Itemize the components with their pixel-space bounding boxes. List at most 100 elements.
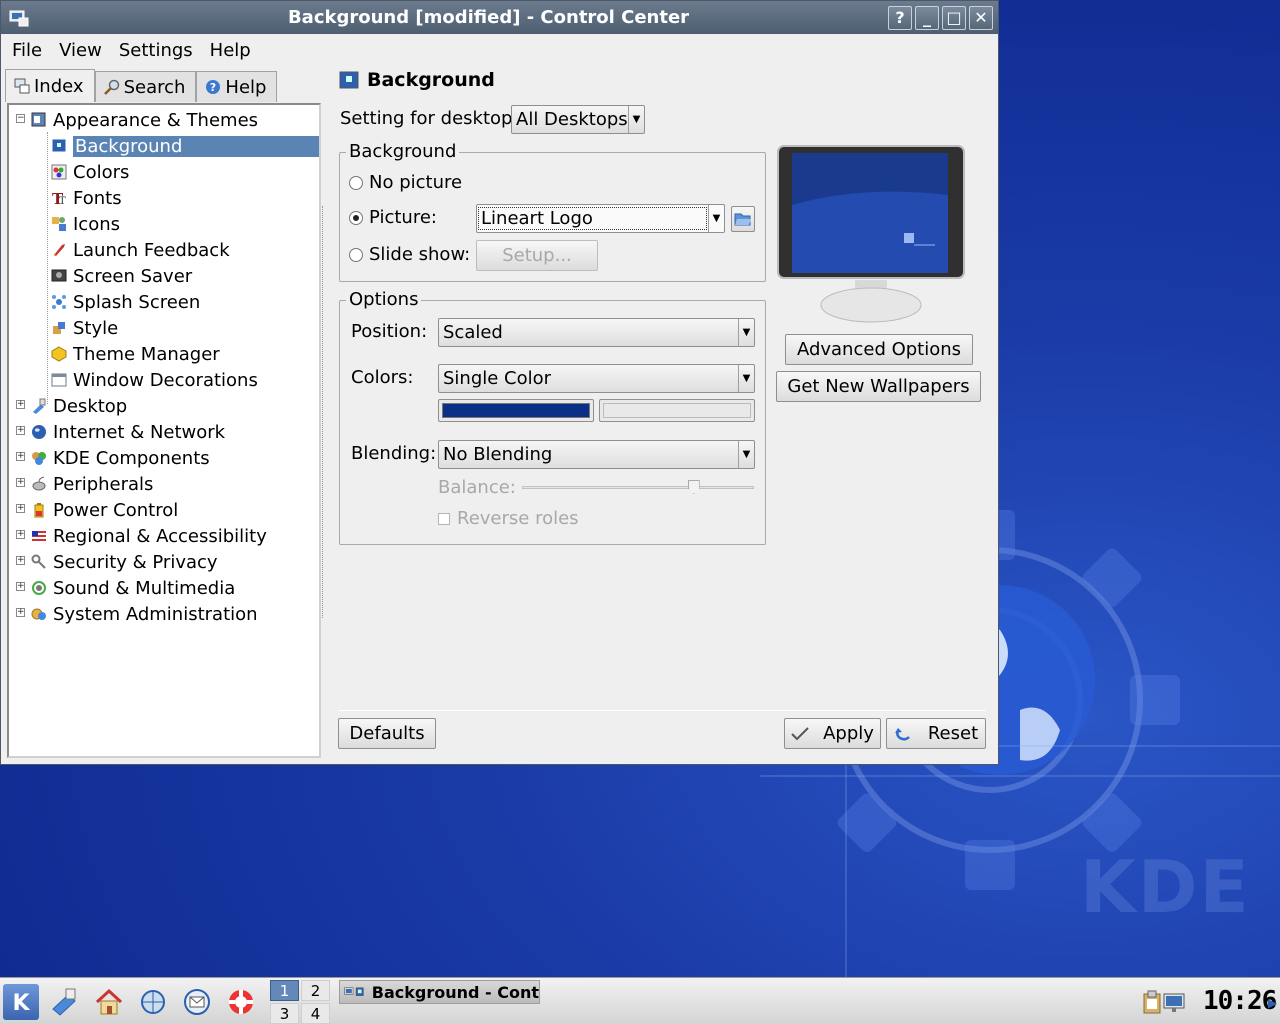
tree-item-power-control[interactable]: Power Control: [31, 497, 178, 523]
tree-item-window-decorations[interactable]: Window Decorations: [51, 367, 258, 393]
picture-label[interactable]: Picture:: [369, 207, 437, 228]
picture-select[interactable]: Lineart Logo ▼: [476, 204, 725, 233]
setup-button[interactable]: Setup...: [476, 240, 598, 271]
theme-manager-icon: [51, 346, 67, 362]
expand-toggle[interactable]: +: [16, 400, 25, 409]
tree-item-regional-accessibility[interactable]: Regional & Accessibility: [31, 523, 267, 549]
menu-view[interactable]: View: [48, 40, 108, 61]
advanced-options-button[interactable]: Advanced Options: [785, 334, 973, 365]
reverse-roles-checkbox[interactable]: [438, 513, 450, 525]
expand-toggle[interactable]: +: [16, 530, 25, 539]
no-picture-radio[interactable]: [349, 176, 363, 190]
chevron-down-icon: ▼: [708, 205, 724, 232]
window-titlebar[interactable]: Background [modified] - Control Center ?…: [1, 1, 998, 34]
tree-item-security-privacy[interactable]: Security & Privacy: [31, 549, 218, 575]
reset-button[interactable]: Reset: [886, 718, 986, 749]
no-picture-label[interactable]: No picture: [369, 172, 462, 193]
tab-help[interactable]: ? Help: [196, 71, 278, 102]
balance-slider[interactable]: [522, 486, 754, 489]
tree-item-label: Appearance & Themes: [53, 109, 259, 131]
menu-file[interactable]: File: [1, 40, 48, 61]
panel-splitter[interactable]: [322, 206, 324, 618]
position-select[interactable]: Scaled ▼: [438, 318, 755, 347]
tree-item-screen-saver[interactable]: Screen Saver: [51, 263, 192, 289]
module-tree[interactable]: − Appearance & Themes Background Colors …: [7, 103, 321, 758]
tree-item-system-administration[interactable]: System Administration: [31, 601, 258, 627]
control-center-app-icon[interactable]: [9, 9, 29, 27]
search-icon: [103, 79, 119, 95]
expand-toggle[interactable]: +: [16, 556, 25, 565]
klipper-icon[interactable]: [1142, 990, 1162, 1014]
secondary-color-button[interactable]: [599, 399, 755, 422]
screen-saver-icon: [51, 269, 67, 282]
clock[interactable]: 10:26: [1203, 986, 1277, 1016]
colors-select[interactable]: Single Color ▼: [438, 364, 755, 393]
menu-settings[interactable]: Settings: [108, 40, 199, 61]
tab-index-label: Index: [34, 75, 84, 97]
tree-item-label: Internet & Network: [53, 421, 226, 443]
tree-item-label: Splash Screen: [73, 291, 201, 313]
pager-desktop-1[interactable]: 1: [270, 980, 299, 1001]
tree-item-icons[interactable]: Icons: [51, 211, 120, 237]
mail-launcher[interactable]: [179, 984, 215, 1020]
close-button[interactable]: ✕: [969, 5, 993, 30]
browser-launcher[interactable]: [135, 984, 171, 1020]
tree-item-splash-screen[interactable]: Splash Screen: [51, 289, 200, 315]
tree-item-label: Colors: [73, 161, 130, 183]
background-module-icon: [339, 71, 359, 89]
tree-item-launch-feedback[interactable]: Launch Feedback: [51, 237, 230, 263]
desktop-select[interactable]: All Desktops ▼: [511, 105, 645, 134]
display-settings-icon[interactable]: [1162, 990, 1186, 1014]
reset-button-label: Reset: [927, 723, 979, 744]
tree-item-internet-network[interactable]: Internet & Network: [31, 419, 225, 445]
module-header: Background: [339, 69, 495, 91]
get-new-wallpapers-button[interactable]: Get New Wallpapers: [776, 371, 981, 402]
control-center-window: Background [modified] - Control Center ?…: [0, 0, 999, 765]
expand-toggle[interactable]: +: [16, 478, 25, 487]
help-window-button[interactable]: ?: [888, 5, 912, 30]
pager-desktop-4[interactable]: 4: [301, 1003, 330, 1024]
svg-text:K: K: [12, 991, 30, 1016]
tree-item-kde-components[interactable]: KDE Components: [31, 445, 210, 471]
tree-item-theme-manager[interactable]: Theme Manager: [51, 341, 220, 367]
tree-item-label: Theme Manager: [73, 343, 220, 365]
pager-desktop-3[interactable]: 3: [270, 1003, 299, 1024]
fonts-icon: TT: [52, 190, 66, 206]
blending-select[interactable]: No Blending ▼: [438, 440, 755, 469]
tree-item-desktop[interactable]: Desktop: [31, 393, 127, 419]
tree-item-peripherals[interactable]: Peripherals: [31, 471, 153, 497]
slide-show-radio[interactable]: [349, 248, 363, 262]
defaults-button[interactable]: Defaults: [338, 718, 436, 749]
panel-arrow-icon[interactable]: ▶: [1268, 996, 1277, 1010]
menu-help[interactable]: Help: [199, 40, 257, 61]
primary-color-button[interactable]: [438, 399, 594, 422]
expand-toggle[interactable]: +: [16, 426, 25, 435]
slide-show-label[interactable]: Slide show:: [369, 244, 470, 265]
tree-item-style[interactable]: Style: [51, 315, 118, 341]
expand-toggle[interactable]: +: [16, 452, 25, 461]
tab-index[interactable]: Index: [5, 69, 95, 102]
expand-toggle[interactable]: +: [16, 608, 25, 617]
apply-button[interactable]: Apply: [784, 718, 881, 749]
tab-search[interactable]: Search: [94, 71, 197, 102]
pager-desktop-2[interactable]: 2: [301, 980, 330, 1001]
apply-button-label: Apply: [823, 723, 874, 744]
browse-picture-button[interactable]: [731, 206, 755, 232]
tree-item-appearance-themes[interactable]: Appearance & Themes: [31, 107, 258, 133]
home-folder-launcher[interactable]: [91, 984, 127, 1020]
minimize-button[interactable]: _: [915, 5, 939, 30]
collapse-toggle-appearance[interactable]: −: [16, 114, 25, 123]
tree-item-fonts[interactable]: TT Fonts: [51, 185, 122, 211]
help-launcher[interactable]: [223, 984, 259, 1020]
expand-toggle[interactable]: +: [16, 582, 25, 591]
expand-toggle[interactable]: +: [16, 504, 25, 513]
picture-radio[interactable]: [349, 211, 363, 225]
tree-item-label: Background: [73, 135, 319, 157]
maximize-button[interactable]: □: [942, 5, 966, 30]
tree-item-sound-multimedia[interactable]: Sound & Multimedia: [31, 575, 235, 601]
tree-item-background[interactable]: Background: [51, 133, 319, 159]
kde-menu-button[interactable]: K: [3, 984, 39, 1020]
desktop-launcher[interactable]: [47, 984, 83, 1020]
tree-item-colors[interactable]: Colors: [51, 159, 129, 185]
taskbar-task-control-center[interactable]: Background - Cont: [339, 980, 540, 1004]
